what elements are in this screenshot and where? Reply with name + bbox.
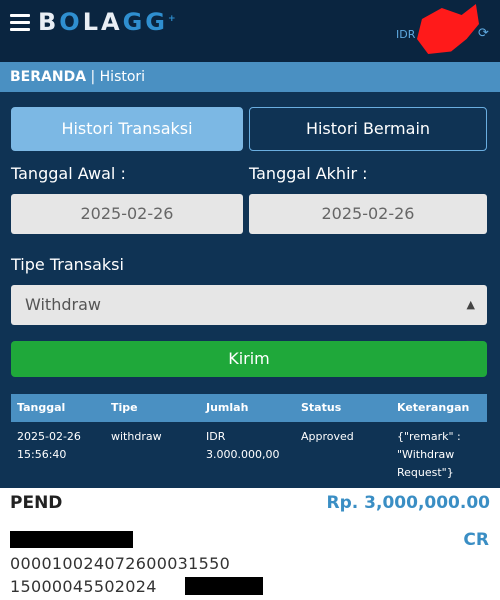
site-logo[interactable]: BOLAGG+ — [38, 8, 179, 36]
row-type: withdraw — [111, 430, 162, 443]
table-header: Tanggal Tipe Jumlah Status Keterangan — [11, 394, 487, 422]
table-row: 2025-02-26 15:56:40 withdraw IDR 3.000.0… — [11, 422, 487, 488]
column-header-amount: Jumlah — [206, 401, 249, 414]
balance-redaction — [417, 4, 479, 54]
column-header-type: Tipe — [111, 401, 138, 414]
breadcrumb-home[interactable]: BERANDA — [10, 69, 86, 85]
breadcrumb-separator: | — [86, 69, 100, 85]
end-date-input[interactable]: 2025-02-26 — [249, 194, 487, 234]
transaction-type-select[interactable]: Withdraw ▲▼ — [11, 285, 487, 351]
submit-button[interactable]: Kirim — [11, 341, 487, 377]
receipt-reference-1: 000010024072600031550 — [10, 554, 231, 573]
row-note-line2: "Withdraw — [397, 448, 455, 461]
transaction-type-label: Tipe Transaksi — [11, 255, 124, 274]
top-bar: BOLAGG+ IDR ⟳ — [0, 0, 500, 62]
receipt-panel: PEND Rp. 3,000,000.00 CR 000010024072600… — [0, 488, 500, 600]
receipt-status: PEND — [10, 493, 63, 513]
refresh-icon[interactable]: ⟳ — [478, 26, 489, 41]
account-redaction — [10, 531, 133, 548]
receipt-amount: Rp. 3,000,000.00 — [326, 493, 490, 513]
breadcrumb: BERANDA | Histori — [0, 62, 500, 92]
end-date-label: Tanggal Akhir : — [249, 164, 368, 183]
row-note-cell: {"remark" : "Withdraw Request"} — [397, 428, 461, 482]
receipt-direction: CR — [463, 530, 489, 550]
breadcrumb-current: Histori — [99, 69, 146, 85]
row-date: 2025-02-26 — [17, 430, 81, 443]
column-header-note: Keterangan — [397, 401, 470, 414]
row-note-line3: Request"} — [397, 466, 454, 479]
row-date-cell: 2025-02-26 15:56:40 — [17, 428, 81, 464]
hamburger-menu-icon[interactable] — [10, 14, 30, 32]
start-date-input[interactable]: 2025-02-26 — [11, 194, 243, 234]
row-note-line1: {"remark" : — [397, 430, 461, 443]
column-header-date: Tanggal — [17, 401, 66, 414]
transaction-type-value: Withdraw — [25, 295, 101, 314]
currency-label: IDR — [396, 28, 416, 41]
row-amount-value: 3.000.000,00 — [206, 448, 280, 461]
start-date-label: Tanggal Awal : — [11, 164, 126, 183]
row-time: 15:56:40 — [17, 448, 67, 461]
receipt-reference-2: 15000045502024 — [10, 577, 157, 596]
column-header-status: Status — [301, 401, 342, 414]
row-amount-currency: IDR — [206, 430, 226, 443]
tab-histori-bermain[interactable]: Histori Bermain — [249, 107, 487, 151]
reference-redaction — [185, 577, 263, 595]
tab-histori-transaksi[interactable]: Histori Transaksi — [11, 107, 243, 151]
row-amount-cell: IDR 3.000.000,00 — [206, 428, 279, 464]
row-status: Approved — [301, 430, 354, 443]
